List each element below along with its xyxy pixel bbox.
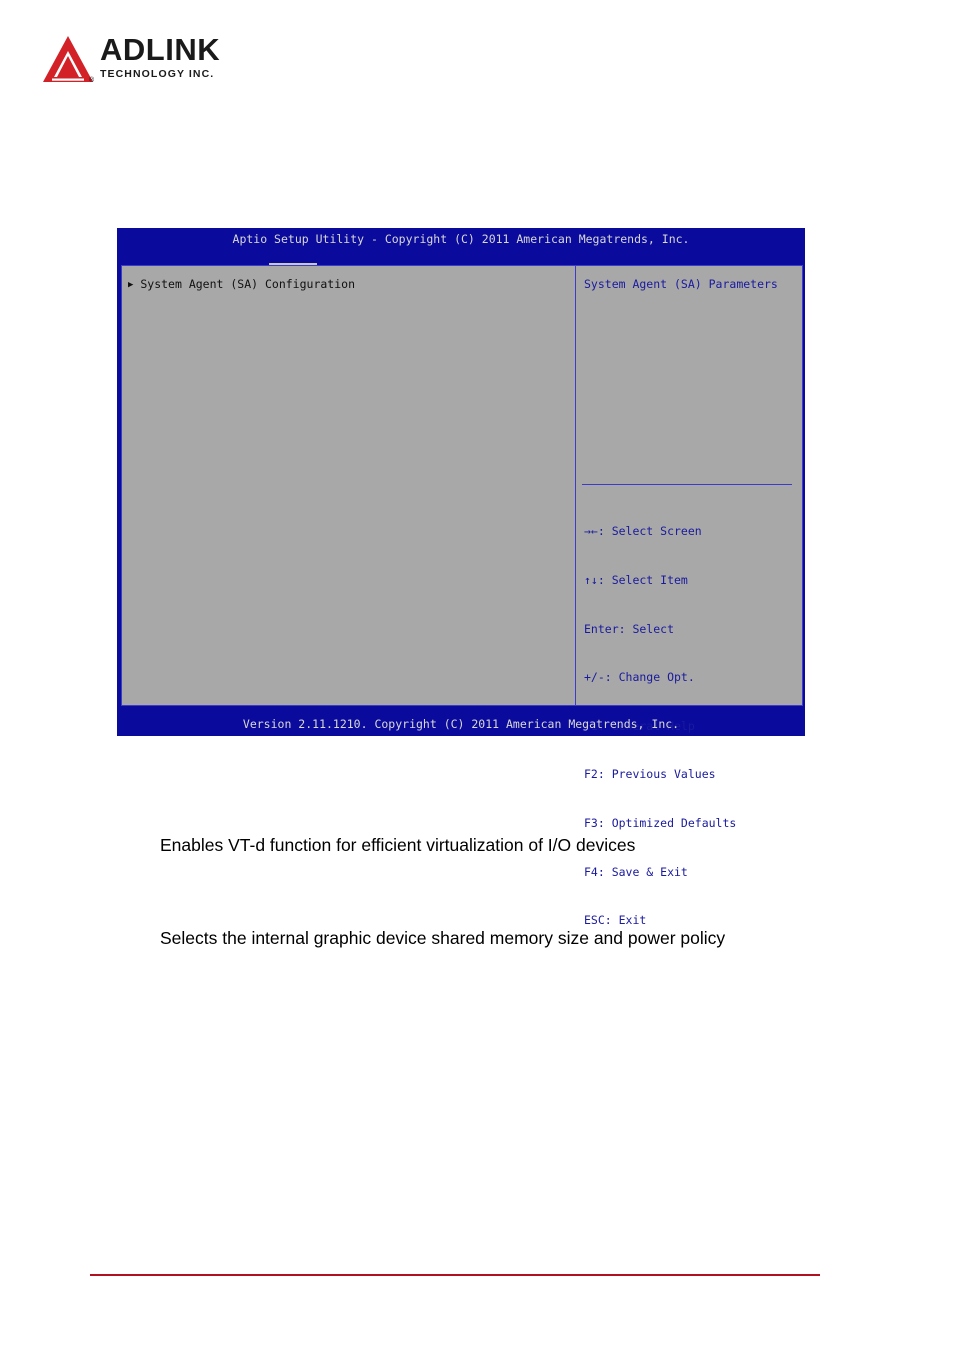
paragraph-graphics-memory: Selects the internal graphic device shar… bbox=[160, 928, 726, 948]
bios-right-pane: System Agent (SA) Parameters →←: Select … bbox=[576, 265, 803, 927]
bios-help-divider bbox=[582, 484, 792, 485]
bios-screenshot: Aptio Setup Utility - Copyright (C) 2011… bbox=[117, 228, 805, 927]
bios-menu-item-system-agent[interactable]: ▶ System Agent (SA) Configuration bbox=[128, 277, 355, 291]
logo-registered-mark: ® bbox=[89, 77, 95, 84]
bios-menu-item-label: System Agent (SA) Configuration bbox=[140, 277, 355, 291]
bios-key-enter-select: Enter: Select bbox=[584, 621, 675, 636]
bios-title-bar: Aptio Setup Utility - Copyright (C) 2011… bbox=[232, 232, 690, 246]
bios-footer-bar: Version 2.11.1210. Copyright (C) 2011 Am… bbox=[242, 717, 680, 731]
logo-wordmark: ADLINK bbox=[100, 32, 221, 67]
bios-key-save-exit: F4: Save & Exit bbox=[584, 864, 688, 879]
adlink-logo: ADLINK TECHNOLOGY INC. ® bbox=[42, 33, 272, 93]
logo-tagline: TECHNOLOGY INC. bbox=[100, 68, 215, 80]
paragraph-vtd: Enables VT-d function for efficient virt… bbox=[160, 835, 636, 855]
submenu-arrow-icon: ▶ bbox=[128, 280, 134, 290]
bios-key-previous-values: F2: Previous Values bbox=[584, 767, 716, 782]
bios-key-optimized-defaults: F3: Optimized Defaults bbox=[584, 816, 737, 831]
bios-help-title: System Agent (SA) Parameters bbox=[584, 277, 778, 291]
bios-body: ▶ System Agent (SA) Configuration System… bbox=[121, 265, 803, 927]
bios-left-pane: ▶ System Agent (SA) Configuration bbox=[121, 265, 576, 706]
bios-key-select-screen: →←: Select Screen bbox=[584, 524, 702, 539]
adlink-logo-mark bbox=[43, 36, 93, 82]
bios-key-change-opt: +/-: Change Opt. bbox=[584, 670, 695, 685]
footer-divider bbox=[90, 1274, 820, 1276]
bios-key-select-item: ↑↓: Select Item bbox=[584, 573, 688, 588]
